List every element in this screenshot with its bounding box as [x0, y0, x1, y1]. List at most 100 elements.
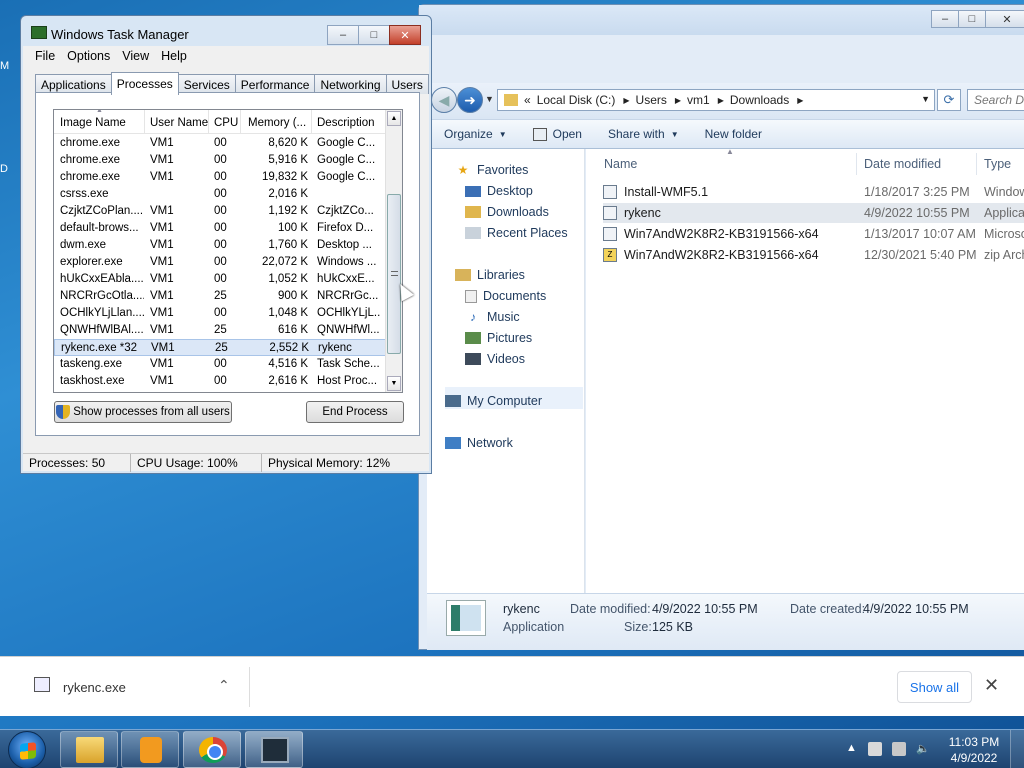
chevron-right-icon[interactable]: ▶	[797, 96, 803, 105]
chevron-right-icon[interactable]: ▶	[675, 96, 681, 105]
nav-libraries[interactable]: Libraries	[455, 268, 525, 282]
tab-networking[interactable]: Networking	[314, 74, 387, 94]
tab-performance[interactable]: Performance	[234, 74, 316, 94]
process-row[interactable]: chrome.exe VM1 00 5,916 K Google C...	[54, 152, 387, 169]
process-row[interactable]: rykenc.exe *32 VM1 25 2,552 K rykenc	[54, 339, 387, 356]
process-row[interactable]: taskhost.exe VM1 00 2,616 K Host Proc...	[54, 373, 387, 390]
close-button[interactable]: ✕	[985, 10, 1024, 28]
vertical-scrollbar[interactable]: ▲ ▼	[385, 110, 402, 392]
volume-muted-icon[interactable]: 🔈	[916, 742, 930, 756]
process-row[interactable]: NRCRrGcOtla.... VM1 25 900 K NRCRrGc...	[54, 288, 387, 305]
scroll-down-arrow-icon[interactable]: ▼	[387, 376, 401, 391]
scroll-up-arrow-icon[interactable]: ▲	[387, 111, 401, 126]
nav-downloads[interactable]: Downloads	[465, 205, 549, 219]
nav-recent-places[interactable]: Recent Places	[465, 226, 568, 240]
show-all-downloads-button[interactable]: Show all	[897, 671, 972, 703]
menu-help[interactable]: Help	[161, 49, 187, 63]
file-row-selected[interactable]: rykenc 4/9/2022 10:55 PM Application	[603, 203, 1024, 223]
chevron-right-icon[interactable]: ▶	[718, 96, 724, 105]
process-list[interactable]: Image Name ▲ User Name CPU Memory (... D…	[53, 109, 403, 393]
tab-applications[interactable]: Applications	[35, 74, 112, 94]
process-row[interactable]: CzjktZCoPlan.... VM1 00 1,192 K CzjktZCo...	[54, 203, 387, 220]
close-icon[interactable]: ✕	[984, 675, 999, 696]
column-separator[interactable]	[240, 110, 241, 134]
minimize-button[interactable]: –	[931, 10, 959, 28]
close-button[interactable]: ✕	[389, 25, 421, 45]
column-header-memory[interactable]: Memory (...	[248, 117, 306, 129]
process-row[interactable]: hUkCxxEAbla.... VM1 00 1,052 K hUkCxxE...	[54, 271, 387, 288]
process-row[interactable]: default-brows... VM1 00 100 K Firefox D...	[54, 220, 387, 237]
process-row[interactable]: chrome.exe VM1 00 19,832 K Google C...	[54, 169, 387, 186]
process-row[interactable]: chrome.exe VM1 00 8,620 K Google C...	[54, 135, 387, 152]
share-with-button[interactable]: Share with ▼	[608, 127, 679, 141]
nav-my-computer[interactable]: My Computer	[445, 394, 542, 408]
breadcrumb-local-disk[interactable]: Local Disk (C:)	[537, 93, 616, 107]
process-row[interactable]: OCHlkYLjLlan.... VM1 00 1,048 K OCHlkYLjL...	[54, 305, 387, 322]
task-manager-title-bar[interactable]: Windows Task Manager – □ ✕	[21, 16, 431, 45]
maximize-button[interactable]: □	[958, 10, 986, 28]
nav-favorites[interactable]: ★ Favorites	[455, 163, 529, 177]
column-header-user-name[interactable]: User Name	[150, 117, 210, 129]
process-row[interactable]: QNWHfWlBAl.... VM1 25 616 K QNWHfWl...	[54, 322, 387, 339]
file-row[interactable]: Z Win7AndW2K8R2-KB3191566-x64 12/30/2021 5…	[603, 245, 1024, 265]
show-all-processes-button[interactable]: Show processes from all users	[54, 401, 232, 423]
column-header-type[interactable]: Type	[984, 157, 1011, 171]
column-separator[interactable]	[311, 110, 312, 134]
process-row[interactable]: explorer.exe VM1 00 22,072 K Windows ...	[54, 254, 387, 271]
end-process-button[interactable]: End Process	[306, 401, 404, 423]
history-dropdown-icon[interactable]: ▼	[485, 94, 494, 104]
column-header-image-name[interactable]: Image Name	[60, 117, 144, 129]
open-button[interactable]: Open	[532, 127, 582, 141]
nav-network[interactable]: Network	[445, 436, 513, 450]
organize-button[interactable]: Organize ▼	[444, 127, 507, 141]
minimize-button[interactable]: –	[327, 25, 359, 45]
chevron-down-icon[interactable]: ▼	[921, 94, 930, 104]
breadcrumb-users[interactable]: Users	[636, 93, 667, 107]
taskbar-chrome-button[interactable]	[183, 731, 241, 768]
column-separator[interactable]	[144, 110, 145, 134]
process-row[interactable]: csrss.exe 00 2,016 K	[54, 186, 387, 203]
tab-services[interactable]: Services	[177, 74, 236, 94]
nav-documents[interactable]: Documents	[465, 289, 546, 303]
column-header-date-modified[interactable]: Date modified	[864, 157, 941, 171]
nav-pictures[interactable]: Pictures	[465, 331, 532, 345]
scrollbar-thumb[interactable]	[387, 194, 401, 354]
tab-processes[interactable]: Processes	[110, 72, 179, 95]
menu-options[interactable]: Options	[67, 49, 110, 63]
search-input[interactable]: Search Downloads	[967, 89, 1024, 111]
show-hidden-icons-icon[interactable]: ▲	[846, 742, 860, 756]
nav-desktop[interactable]: Desktop	[465, 184, 533, 198]
chevron-up-icon[interactable]: ⌃	[218, 677, 230, 694]
action-center-flag-icon[interactable]	[868, 742, 882, 756]
chevron-right-icon[interactable]: ▶	[623, 96, 629, 105]
taskbar-explorer-button[interactable]	[60, 731, 118, 768]
taskbar-task-manager-button[interactable]	[245, 731, 303, 768]
file-row[interactable]: Win7AndW2K8R2-KB3191566-x64 1/13/2017 10:…	[603, 224, 1024, 244]
tab-users[interactable]: Users	[385, 74, 429, 94]
nav-videos[interactable]: Videos	[465, 352, 525, 366]
address-bar[interactable]: « Local Disk (C:) ▶ Users ▶ vm1 ▶ Downloads…	[497, 89, 935, 111]
start-button[interactable]	[8, 731, 46, 768]
show-desktop-button[interactable]	[1010, 730, 1024, 768]
process-row[interactable]: taskeng.exe VM1 00 4,516 K Task Sche...	[54, 356, 387, 373]
process-row[interactable]: dwm.exe VM1 00 1,760 K Desktop ...	[54, 237, 387, 254]
menu-file[interactable]: File	[35, 49, 55, 63]
column-header-cpu[interactable]: CPU	[214, 117, 238, 129]
maximize-button[interactable]: □	[358, 25, 390, 45]
column-header-name[interactable]: Name	[604, 157, 637, 171]
nav-music[interactable]: ♪ Music	[465, 310, 520, 324]
column-separator[interactable]	[208, 110, 209, 134]
forward-arrow-icon[interactable]: ➜	[457, 87, 483, 113]
breadcrumb-downloads[interactable]: Downloads	[730, 93, 789, 107]
new-folder-button[interactable]: New folder	[705, 127, 762, 141]
network-status-icon[interactable]	[892, 742, 906, 756]
back-arrow-icon[interactable]: ◀	[431, 87, 457, 113]
column-header-description[interactable]: Description	[317, 117, 381, 129]
breadcrumb-vm1[interactable]: vm1	[687, 93, 710, 107]
breadcrumb-overflow[interactable]: «	[524, 93, 531, 107]
system-clock[interactable]: 11:03 PM 4/9/2022	[948, 734, 1000, 766]
download-item-name[interactable]: rykenc.exe	[63, 680, 126, 695]
explorer-title-bar[interactable]: – □ ✕	[419, 5, 1024, 35]
file-row[interactable]: Install-WMF5.1 1/18/2017 3:25 PM Windows	[603, 182, 1024, 202]
menu-view[interactable]: View	[122, 49, 149, 63]
